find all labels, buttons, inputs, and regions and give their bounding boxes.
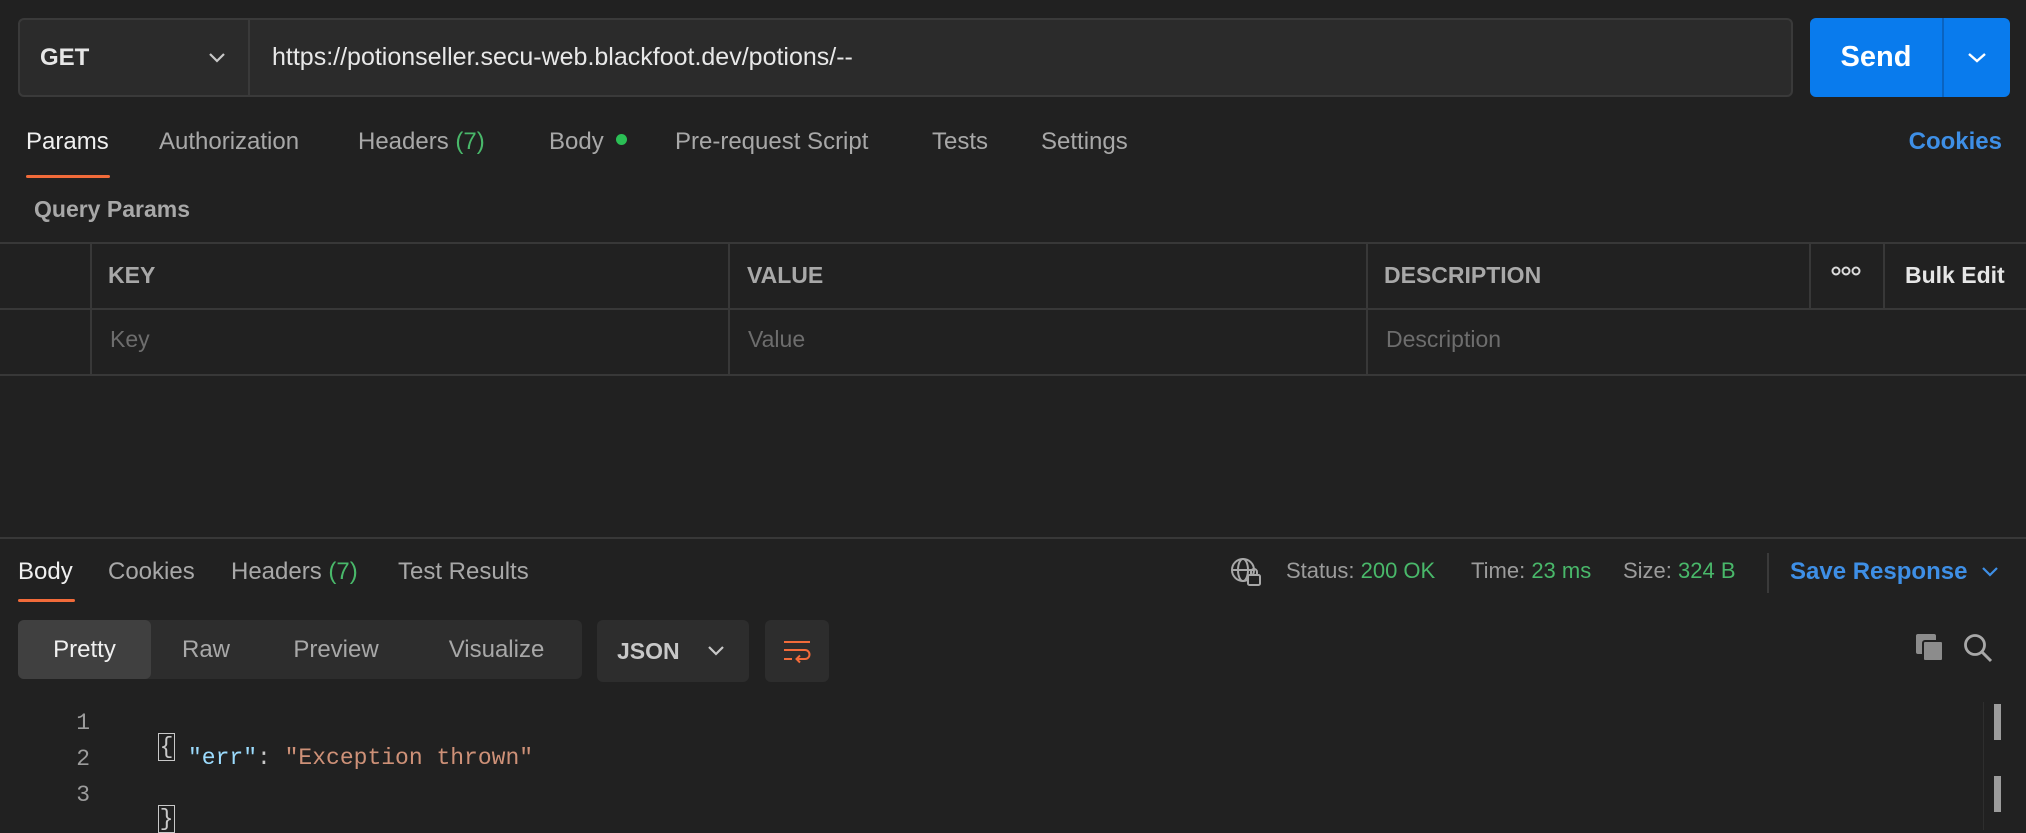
table-col-divider [1809, 242, 1811, 309]
json-colon: : [257, 745, 285, 771]
json-value: "Exception thrown" [284, 745, 534, 771]
json-key: "err" [188, 745, 258, 771]
mode-visualize[interactable]: Visualize [411, 620, 582, 679]
response-tab-test-results-label: Test Results [398, 558, 529, 585]
cookies-link[interactable]: Cookies [1909, 128, 2002, 156]
param-value-input[interactable]: Value [748, 326, 805, 353]
response-tab-headers-count: (7) [328, 558, 358, 585]
close-brace[interactable]: } [157, 805, 176, 833]
table-col-divider [728, 242, 730, 376]
active-tab-indicator [26, 175, 110, 178]
format-label: JSON [617, 637, 680, 664]
status-label: Status: [1286, 558, 1355, 583]
tab-headers[interactable]: Headers (7) [358, 128, 485, 156]
magnifier-glyph [1964, 634, 1993, 663]
method-label: GET [40, 43, 90, 71]
time-label: Time: [1471, 558, 1526, 583]
network-globe-icon[interactable] [1229, 556, 1263, 593]
view-mode-selector: Pretty Raw Preview Visualize [18, 620, 582, 679]
send-button-group: Send [1810, 18, 2010, 97]
copy-icon[interactable] [1914, 632, 1946, 669]
response-time[interactable]: Time: 23 ms [1471, 558, 1591, 584]
tab-pre-request-script[interactable]: Pre-request Script [675, 128, 868, 156]
response-size[interactable]: Size: 324 B [1623, 558, 1736, 584]
column-header-key: KEY [108, 262, 156, 288]
chevron-down-icon [209, 52, 225, 63]
wrap-lines-icon [784, 641, 811, 664]
body-indicator-dot [616, 134, 628, 146]
table-border-header [0, 308, 2026, 310]
save-response-label: Save Response [1790, 558, 1968, 585]
mode-pretty[interactable]: Pretty [18, 620, 151, 679]
tab-headers-label: Headers [358, 128, 449, 155]
tab-params[interactable]: Params [26, 128, 109, 156]
table-col-divider [90, 242, 92, 376]
time-value: 23 ms [1531, 558, 1592, 583]
scrollbar-marker[interactable] [1994, 776, 2001, 812]
format-select[interactable]: JSON [597, 620, 749, 682]
table-col-divider [1883, 242, 1885, 309]
column-header-description: DESCRIPTION [1384, 262, 1542, 288]
response-tab-test-results[interactable]: Test Results [398, 558, 529, 586]
tab-pre-request-script-label: Pre-request Script [675, 128, 869, 155]
tab-body-label: Body [549, 128, 604, 155]
url-bar: GET [18, 18, 1793, 97]
mode-preview[interactable]: Preview [261, 620, 411, 679]
tab-authorization-label: Authorization [159, 128, 300, 155]
response-tab-cookies-label: Cookies [108, 558, 195, 585]
query-params-title: Query Params [34, 196, 190, 222]
response-tab-headers[interactable]: Headers (7) [231, 558, 358, 586]
send-options-button[interactable] [1942, 18, 2010, 97]
globe-lock-icon [1231, 558, 1261, 586]
pane-resize-handle[interactable] [0, 537, 2026, 539]
response-status[interactable]: Status: 200 OK [1286, 558, 1435, 584]
copy-glyph [1916, 634, 1944, 662]
response-tab-cookies[interactable]: Cookies [108, 558, 195, 586]
send-button[interactable]: Send [1810, 18, 1942, 97]
method-select[interactable]: GET [20, 20, 250, 95]
tab-settings[interactable]: Settings [1041, 128, 1128, 156]
search-icon[interactable] [1962, 632, 1994, 669]
column-header-value: VALUE [747, 262, 824, 288]
status-value: 200 OK [1360, 558, 1436, 583]
save-response-button[interactable]: Save Response [1790, 558, 1999, 586]
ellipsis-icon [1831, 266, 1861, 276]
tab-headers-count: (7) [455, 128, 485, 155]
line-number: 3 [76, 782, 90, 808]
tab-authorization[interactable]: Authorization [159, 128, 299, 156]
size-label: Size: [1623, 558, 1672, 583]
chevron-down-icon [1982, 567, 1999, 577]
response-tab-body-label: Body [18, 558, 73, 585]
editor-scroll-track [1983, 702, 1984, 830]
code-line-1: { [130, 708, 176, 761]
line-number: 1 [76, 710, 90, 736]
meta-divider [1767, 553, 1769, 593]
code-line-3: } [130, 780, 176, 833]
scrollbar-marker[interactable] [1994, 704, 2001, 740]
chevron-down-icon [708, 646, 724, 656]
more-options-icon[interactable] [1831, 264, 1861, 283]
chevron-down-icon [1968, 52, 1986, 63]
table-border-top [0, 242, 2026, 244]
tab-tests[interactable]: Tests [932, 128, 988, 156]
open-brace[interactable]: { [157, 733, 176, 761]
url-input[interactable] [250, 20, 1791, 95]
bulk-edit-button[interactable]: Bulk Edit [1905, 262, 2005, 289]
active-response-tab-indicator [18, 599, 75, 602]
table-col-divider [1366, 242, 1368, 376]
tab-body[interactable]: Body [549, 128, 628, 156]
response-tab-body[interactable]: Body [18, 558, 73, 586]
size-value: 324 B [1678, 558, 1736, 583]
mode-raw[interactable]: Raw [151, 620, 261, 679]
line-number: 2 [76, 746, 90, 772]
wrap-lines-button[interactable] [765, 620, 829, 682]
code-line-2: "err": "Exception thrown" [188, 745, 533, 771]
response-tab-headers-label: Headers [231, 558, 322, 585]
table-border-bottom [0, 374, 2026, 376]
tab-settings-label: Settings [1041, 128, 1128, 155]
param-description-input[interactable]: Description [1386, 326, 1501, 353]
param-key-input[interactable]: Key [110, 326, 150, 353]
tab-tests-label: Tests [932, 128, 989, 155]
tab-params-label: Params [26, 128, 109, 155]
